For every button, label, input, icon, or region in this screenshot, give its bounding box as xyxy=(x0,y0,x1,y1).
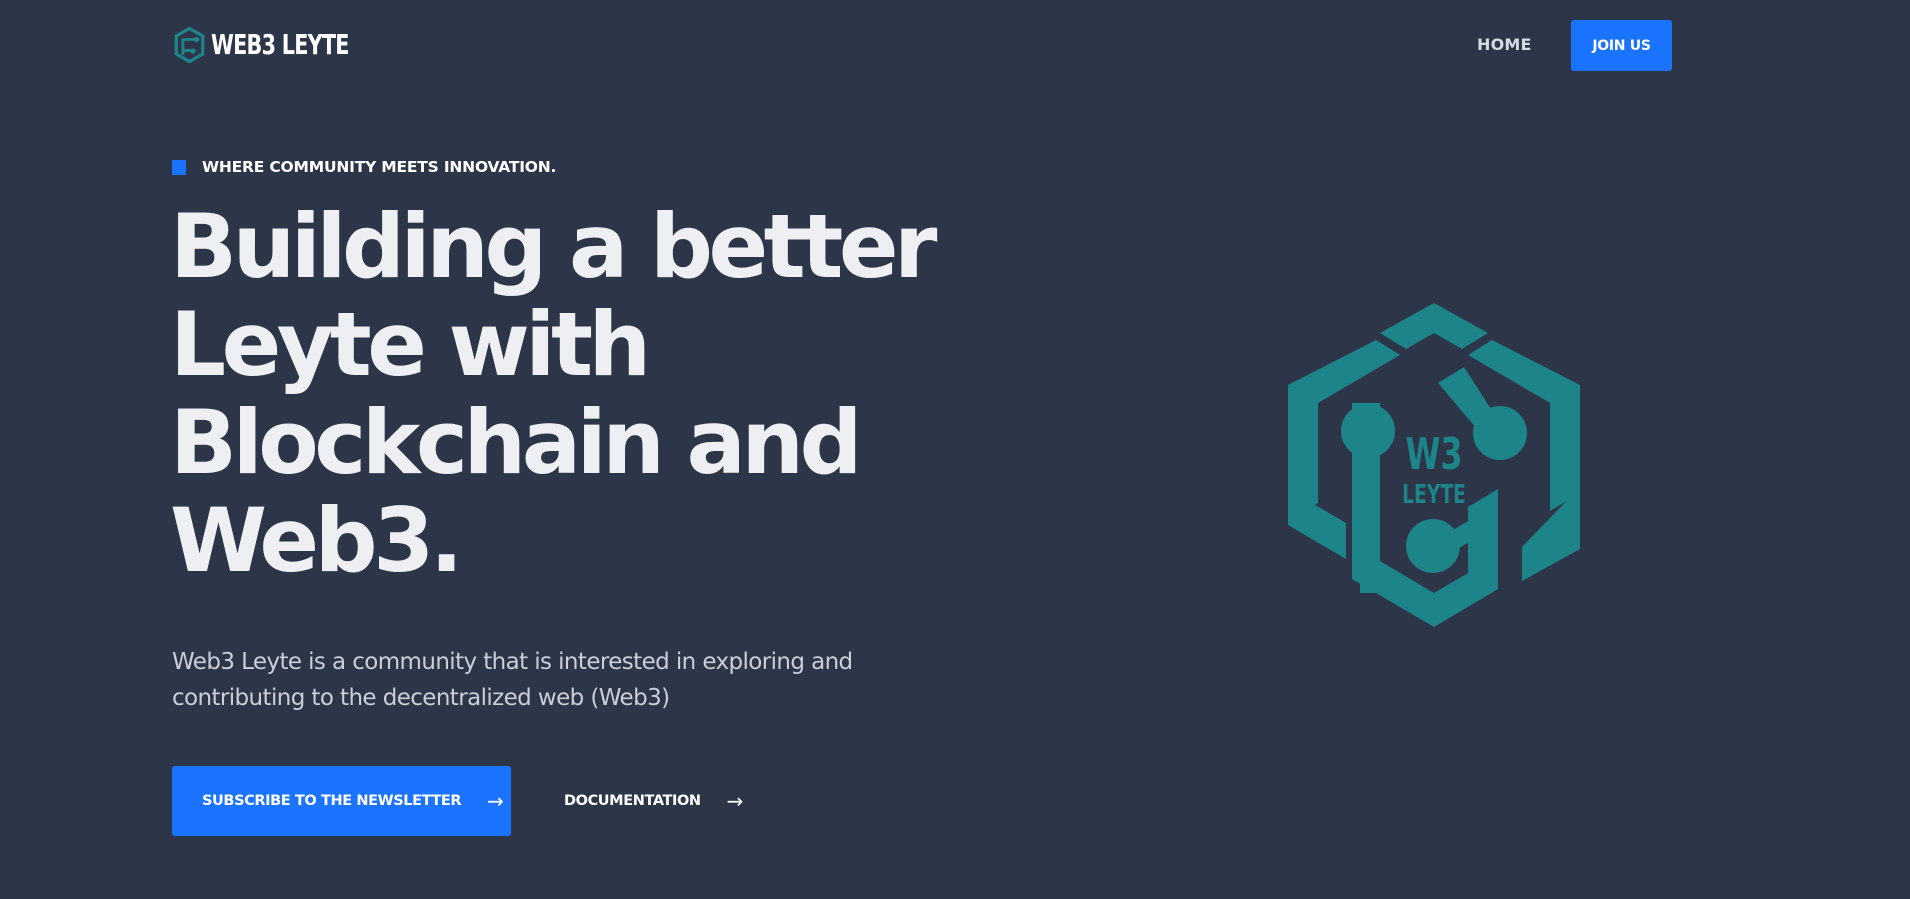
hero-headline: Building a better Leyte with Blockchain … xyxy=(170,195,937,592)
headline-line: Blockchain and xyxy=(170,391,863,494)
hero-description: Web3 Leyte is a community that is intere… xyxy=(172,644,932,716)
documentation-link[interactable]: DOCUMENTATION → xyxy=(564,786,743,816)
web3-leyte-hexagon-logo: W3 LEYTE xyxy=(1288,303,1580,627)
description-line: Web3 Leyte is a community that is intere… xyxy=(172,649,853,675)
join-us-button[interactable]: JOIN US xyxy=(1571,20,1672,71)
headline-line: Building a better xyxy=(170,195,937,298)
arrow-right-icon: → xyxy=(487,789,504,813)
documentation-label: DOCUMENTATION xyxy=(564,793,701,809)
blue-square-bullet-icon xyxy=(172,159,186,175)
arrow-right-icon: → xyxy=(726,789,744,813)
eyebrow-text: WHERE COMMUNITY MEETS INNOVATION. xyxy=(202,158,557,176)
subscribe-label: SUBSCRIBE TO THE NEWSLETTER xyxy=(202,793,462,809)
subscribe-newsletter-button[interactable]: SUBSCRIBE TO THE NEWSLETTER → xyxy=(172,766,511,836)
brand-name: WEB3 LEYTE xyxy=(211,28,349,61)
logo-text-top: W3 xyxy=(1406,429,1463,481)
nav-home-link[interactable]: HOME xyxy=(1477,35,1532,54)
web3-leyte-logo-icon xyxy=(174,26,205,64)
hero-eyebrow: WHERE COMMUNITY MEETS INNOVATION. xyxy=(172,158,556,176)
headline-line: Web3. xyxy=(170,489,463,592)
description-line: contributing to the decentralized web (W… xyxy=(172,685,670,711)
logo-text-bottom: LEYTE xyxy=(1402,480,1466,510)
headline-line: Leyte with xyxy=(170,293,651,396)
nav-logo-link[interactable]: WEB3 LEYTE xyxy=(173,26,397,64)
